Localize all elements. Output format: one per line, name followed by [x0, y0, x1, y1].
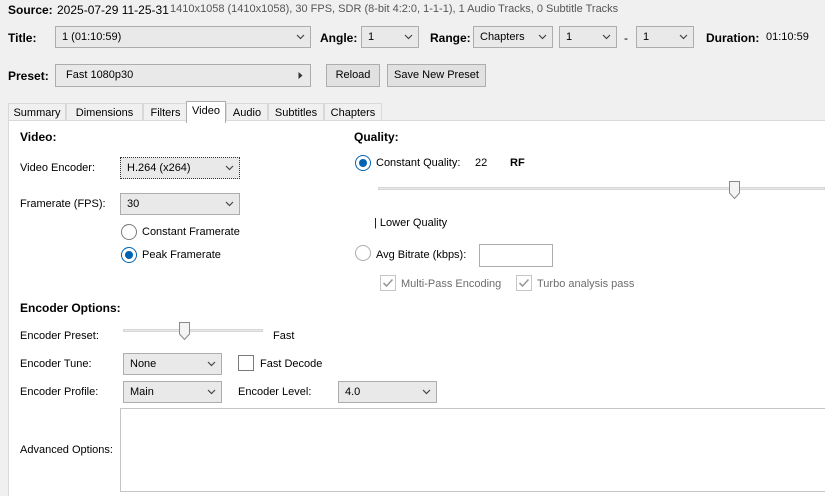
source-label: Source: — [8, 3, 53, 17]
source-name: 2025-07-29 11-25-31 — [57, 3, 169, 17]
title-dropdown[interactable]: 1 (01:10:59) — [55, 26, 311, 48]
framerate-dropdown[interactable]: 30 — [120, 193, 240, 215]
encoder-preset-slider-track[interactable] — [123, 329, 263, 332]
encoder-preset-value: Fast — [273, 330, 295, 342]
framerate-label: Framerate (FPS): — [20, 198, 106, 210]
chevron-down-icon — [207, 389, 216, 395]
avg-bitrate-radio[interactable] — [355, 245, 371, 261]
encoder-tune-value: None — [130, 358, 157, 370]
chevron-down-icon — [679, 34, 688, 40]
lower-quality-label: | Lower Quality — [374, 217, 448, 229]
source-details: 1410x1058 (1410x1058), 30 FPS, SDR (8-bi… — [170, 3, 619, 15]
encoder-level-value: 4.0 — [345, 386, 361, 398]
peak-framerate-label: Peak Framerate — [142, 249, 221, 261]
chevron-down-icon — [422, 389, 431, 395]
range-type-value: Chapters — [480, 31, 525, 43]
check-mark-icon — [382, 278, 394, 288]
encoder-preset-slider-thumb[interactable] — [179, 322, 191, 340]
save-new-preset-button[interactable]: Save New Preset — [387, 64, 486, 87]
encoder-level-dropdown[interactable]: 4.0 — [338, 381, 437, 403]
range-label: Range: — [430, 31, 471, 45]
quality-heading: Quality: — [354, 130, 399, 144]
tab-video[interactable]: Video — [186, 101, 226, 123]
check-mark-icon — [518, 278, 530, 288]
fast-decode-checkbox[interactable] — [238, 355, 254, 371]
turbo-checkbox[interactable] — [516, 275, 532, 291]
constant-quality-radio[interactable] — [355, 155, 371, 171]
reload-button[interactable]: Reload — [326, 64, 380, 87]
constant-quality-unit: RF — [510, 157, 525, 169]
advanced-options-label: Advanced Options: — [20, 444, 113, 456]
preset-selector[interactable]: Fast 1080p30 — [55, 64, 311, 87]
advanced-options-textarea[interactable] — [120, 408, 825, 492]
encoder-tune-dropdown[interactable]: None — [123, 353, 222, 375]
encoder-tune-label: Encoder Tune: — [20, 358, 92, 370]
chevron-down-icon — [225, 201, 234, 207]
angle-label: Angle: — [320, 31, 358, 45]
title-dropdown-value: 1 (01:10:59) — [62, 31, 122, 43]
preset-label: Preset: — [8, 69, 49, 83]
range-type-dropdown[interactable]: Chapters — [473, 26, 553, 48]
multipass-label: Multi-Pass Encoding — [401, 278, 502, 290]
range-separator: - — [624, 31, 628, 45]
title-label: Title: — [8, 31, 37, 45]
range-start-value: 1 — [566, 31, 573, 43]
preset-selector-value: Fast 1080p30 — [66, 69, 134, 81]
quality-slider-thumb[interactable] — [729, 181, 741, 199]
constant-quality-label: Constant Quality: — [376, 157, 461, 169]
duration-value: 01:10:59 — [766, 31, 809, 43]
duration-label: Duration: — [706, 31, 760, 45]
triangle-right-icon — [298, 72, 303, 79]
angle-dropdown[interactable]: 1 — [361, 26, 419, 48]
chevron-down-icon — [225, 165, 234, 171]
angle-dropdown-value: 1 — [368, 31, 375, 43]
peak-framerate-radio[interactable] — [121, 247, 137, 263]
multipass-checkbox[interactable] — [380, 275, 396, 291]
encoder-profile-value: Main — [130, 386, 154, 398]
range-start-dropdown[interactable]: 1 — [559, 26, 617, 48]
encoder-profile-label: Encoder Profile: — [20, 386, 99, 398]
fast-decode-label: Fast Decode — [260, 358, 323, 370]
video-heading: Video: — [20, 130, 57, 144]
range-end-value: 1 — [643, 31, 650, 43]
video-encoder-dropdown[interactable]: H.264 (x264) — [120, 157, 240, 179]
encoder-profile-dropdown[interactable]: Main — [123, 381, 222, 403]
avg-bitrate-input[interactable] — [479, 244, 553, 267]
avg-bitrate-label: Avg Bitrate (kbps): — [376, 249, 467, 261]
framerate-value: 30 — [127, 198, 140, 210]
chevron-down-icon — [207, 361, 216, 367]
chevron-down-icon — [404, 34, 413, 40]
encoder-preset-label: Encoder Preset: — [20, 330, 99, 342]
video-encoder-value: H.264 (x264) — [127, 162, 191, 174]
constant-framerate-label: Constant Framerate — [142, 226, 240, 238]
encoder-options-heading: Encoder Options: — [20, 301, 121, 315]
turbo-label: Turbo analysis pass — [537, 278, 635, 290]
video-encoder-label: Video Encoder: — [20, 162, 96, 174]
chevron-down-icon — [538, 34, 547, 40]
constant-framerate-radio[interactable] — [121, 224, 137, 240]
chevron-down-icon — [602, 34, 611, 40]
constant-quality-value: 22 — [475, 157, 488, 169]
encoder-level-label: Encoder Level: — [238, 386, 312, 398]
range-end-dropdown[interactable]: 1 — [636, 26, 694, 48]
chevron-down-icon — [296, 34, 305, 40]
quality-slider-track[interactable] — [378, 187, 825, 190]
